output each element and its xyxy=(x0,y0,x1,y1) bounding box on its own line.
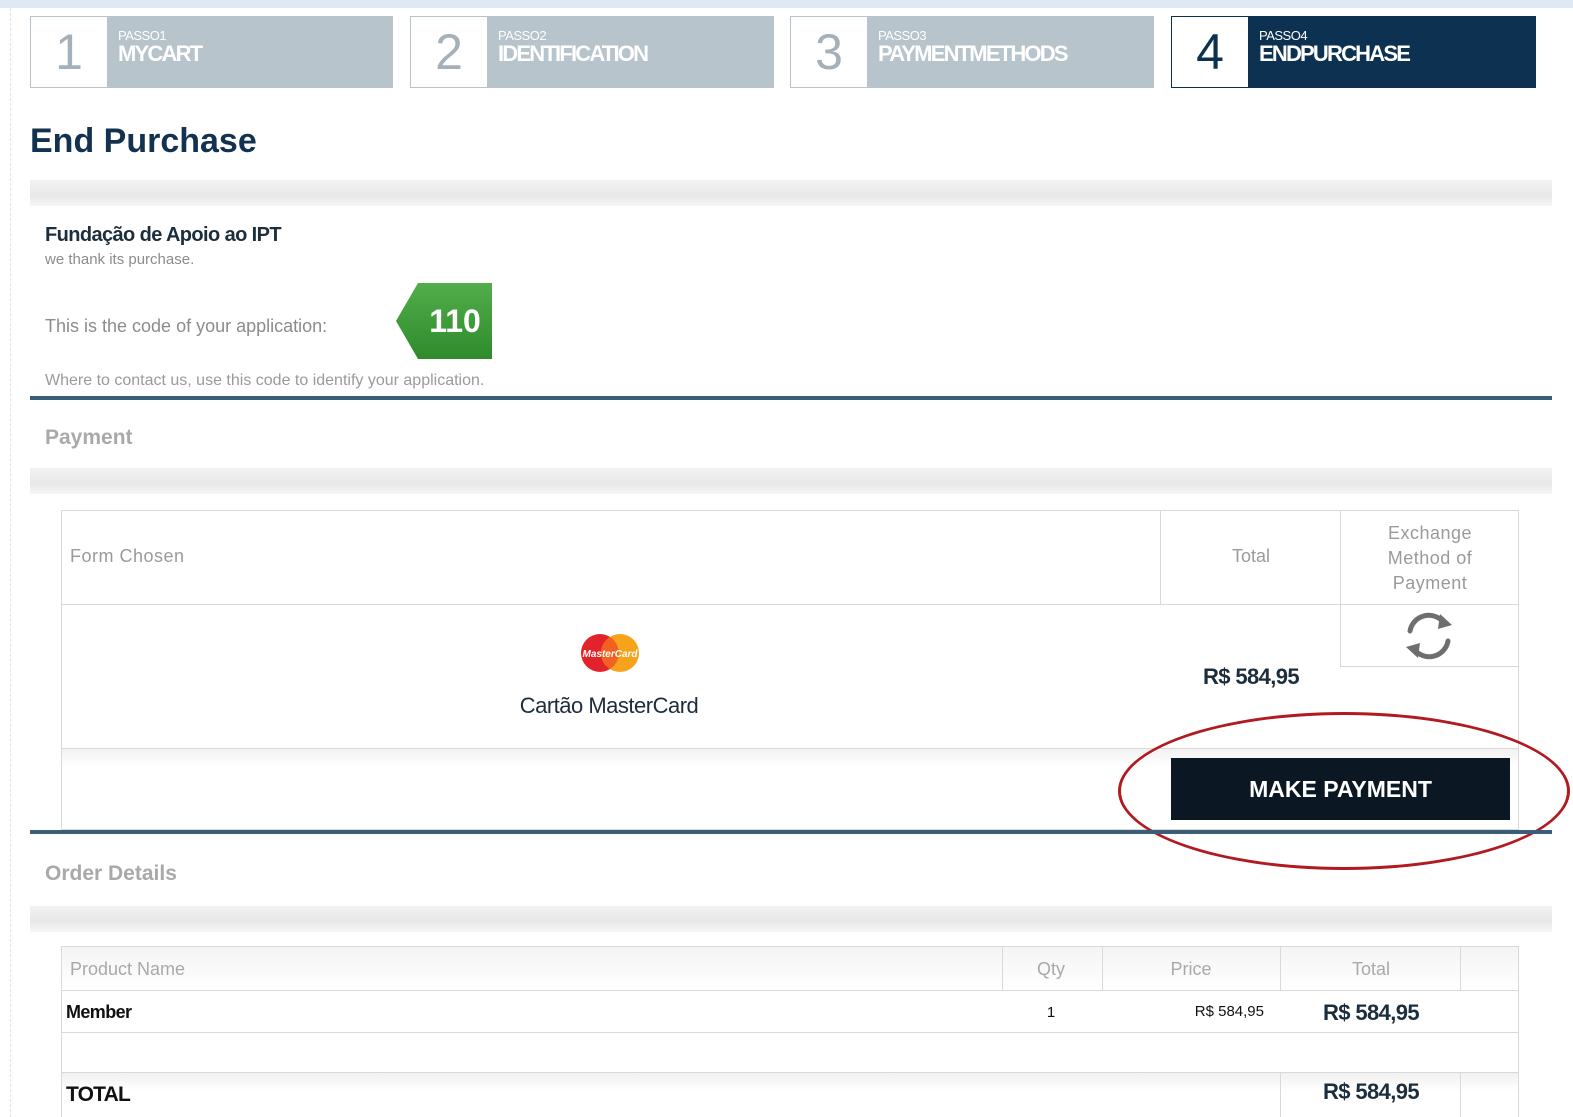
mastercard-logo: MasterCard xyxy=(576,632,644,674)
step-number: 2 xyxy=(410,16,488,88)
order-table-header: Product Name Qty Price Total xyxy=(62,947,1518,991)
order-section-title: Order Details xyxy=(45,862,177,885)
payment-total: R$ 584,95 xyxy=(1202,664,1300,689)
col-divider xyxy=(1280,1073,1281,1117)
order-total-row: TOTAL R$ 584,95 xyxy=(62,1073,1518,1117)
product-name: Member xyxy=(66,1002,132,1022)
step-4[interactable]: 4 PASSO4 ENDPURCHASE xyxy=(1171,16,1536,88)
step-label: MYCART xyxy=(118,41,203,66)
payment-table: Form Chosen Total Exchange Method of Pay… xyxy=(61,510,1519,830)
col-divider xyxy=(1460,1073,1461,1117)
col-exchange-line: Method of xyxy=(1387,548,1473,568)
col-exchange-line: Payment xyxy=(1392,573,1468,593)
contact-note: Where to contact us, use this code to id… xyxy=(45,372,485,389)
step-number: 1 xyxy=(30,16,108,88)
table-row: Member 1 R$ 584,95 R$ 584,95 xyxy=(62,991,1518,1033)
divider-band xyxy=(30,468,1552,494)
product-total: R$ 584,95 xyxy=(1322,1000,1420,1025)
top-strip xyxy=(0,0,1573,8)
mastercard-logo-text: MasterCard xyxy=(582,649,638,660)
total-label: TOTAL xyxy=(66,1083,131,1106)
col-exchange-method: Exchange Method of Payment xyxy=(1342,521,1518,596)
product-price: R$ 584,95 xyxy=(1194,1003,1264,1020)
left-rule xyxy=(10,8,11,1117)
card-name: Cartão MasterCard xyxy=(519,693,699,718)
refresh-icon xyxy=(1406,612,1452,659)
col-divider xyxy=(1102,947,1103,991)
org-name: Fundação de Apoio ao IPT xyxy=(45,224,282,246)
product-qty: 1 xyxy=(1046,1004,1056,1021)
order-table: Product Name Qty Price Total Member 1 R$… xyxy=(61,946,1519,1117)
step-label: PAYMENTMETHODS xyxy=(878,41,1069,66)
col-total: Total xyxy=(1351,959,1391,979)
section-divider xyxy=(30,830,1552,834)
page-title: End Purchase xyxy=(30,122,257,160)
application-code-badge: 110 xyxy=(396,283,492,359)
col-form-chosen: Form Chosen xyxy=(70,546,185,566)
divider-band xyxy=(30,180,1552,206)
grand-total: R$ 584,95 xyxy=(1322,1079,1420,1104)
col-divider xyxy=(1160,511,1161,605)
table-spacer-row xyxy=(62,1033,1518,1073)
step-label: IDENTIFICATION xyxy=(498,41,649,66)
section-divider xyxy=(30,396,1552,400)
make-payment-button[interactable]: MAKE PAYMENT xyxy=(1171,758,1510,820)
step-1[interactable]: 1 PASSO1 MYCART xyxy=(30,16,393,88)
application-code: 110 xyxy=(429,302,481,339)
col-price: Price xyxy=(1170,959,1212,979)
code-label: This is the code of your application: xyxy=(45,316,328,336)
step-2[interactable]: 2 PASSO2 IDENTIFICATION xyxy=(410,16,774,88)
exchange-method-button[interactable] xyxy=(1340,605,1518,667)
col-total: Total xyxy=(1231,546,1271,566)
thanks-text: we thank its purchase. xyxy=(45,251,195,268)
col-qty: Qty xyxy=(1036,959,1065,979)
col-product-name: Product Name xyxy=(70,959,186,979)
divider-band xyxy=(30,906,1552,932)
step-3[interactable]: 3 PASSO3 PAYMENTMETHODS xyxy=(790,16,1154,88)
step-number: 4 xyxy=(1171,16,1249,88)
col-divider xyxy=(1280,947,1281,991)
step-label: ENDPURCHASE xyxy=(1259,41,1411,66)
col-exchange-line: Exchange xyxy=(1387,523,1473,543)
col-divider xyxy=(1002,947,1003,991)
payment-section-title: Payment xyxy=(45,426,133,449)
step-number: 3 xyxy=(790,16,868,88)
col-divider xyxy=(1460,947,1461,991)
